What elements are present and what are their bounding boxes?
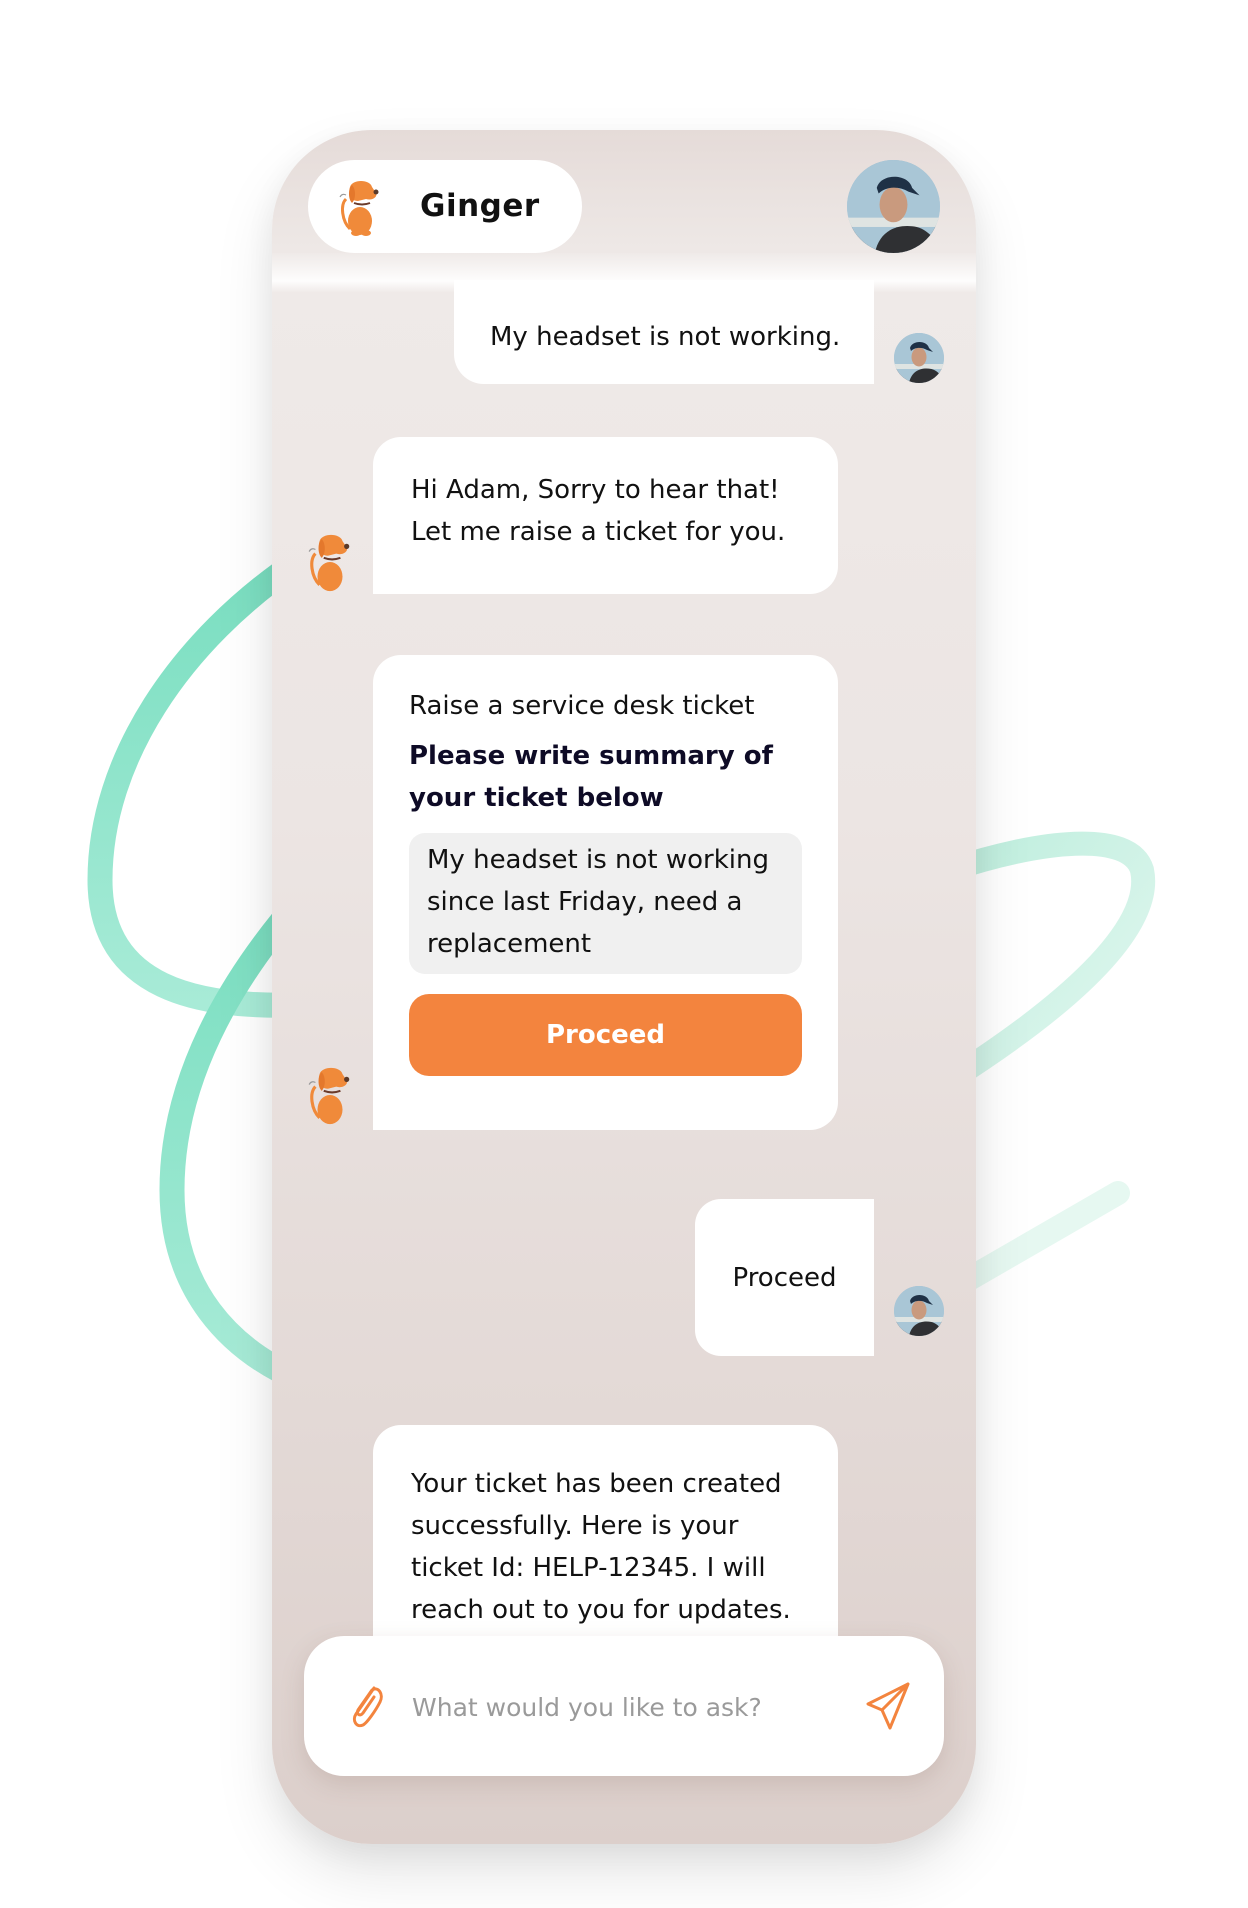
swirl-right-upper <box>938 831 1156 1092</box>
bot-avatar-dog-icon <box>305 530 355 594</box>
header-fade <box>272 253 976 293</box>
message-line: Let me raise a ticket for you. <box>411 517 786 547</box>
form-title: Raise a service desk ticket <box>409 691 755 721</box>
ticket-summary-textarea[interactable] <box>409 833 802 974</box>
user-message: Proceed <box>695 1199 874 1356</box>
user-avatar-small <box>894 1286 944 1336</box>
user-avatar-small <box>894 333 944 383</box>
bot-name-pill[interactable]: Ginger <box>308 160 582 253</box>
user-avatar[interactable] <box>847 160 940 253</box>
message-input[interactable] <box>410 1676 844 1738</box>
message-text: My headset is not working. <box>490 322 841 352</box>
proceed-button[interactable]: Proceed <box>409 994 802 1076</box>
message-composer <box>304 1636 944 1776</box>
paperclip-icon[interactable] <box>346 1680 386 1732</box>
ticket-form-card: Raise a service desk ticket Please write… <box>373 655 838 1130</box>
chat-phone-frame: Ginger My headset is not working. Hi Ada… <box>272 130 976 1844</box>
form-heading: Please write summary of your ticket belo… <box>409 741 773 813</box>
message-line: Hi Adam, Sorry to hear that! <box>411 475 780 505</box>
dog-mascot-icon <box>336 177 384 237</box>
user-photo-icon <box>847 160 940 253</box>
user-photo-icon <box>894 1286 944 1336</box>
bot-message: Hi Adam, Sorry to hear that! Let me rais… <box>373 437 838 594</box>
user-photo-icon <box>894 333 944 383</box>
message-text: Your ticket has been created successfull… <box>411 1469 791 1625</box>
bot-avatar-dog-icon <box>305 1063 355 1127</box>
user-message: My headset is not working. <box>454 280 874 384</box>
bot-name: Ginger <box>420 188 540 224</box>
message-text: Proceed <box>732 1262 837 1293</box>
send-icon[interactable] <box>864 1678 914 1734</box>
